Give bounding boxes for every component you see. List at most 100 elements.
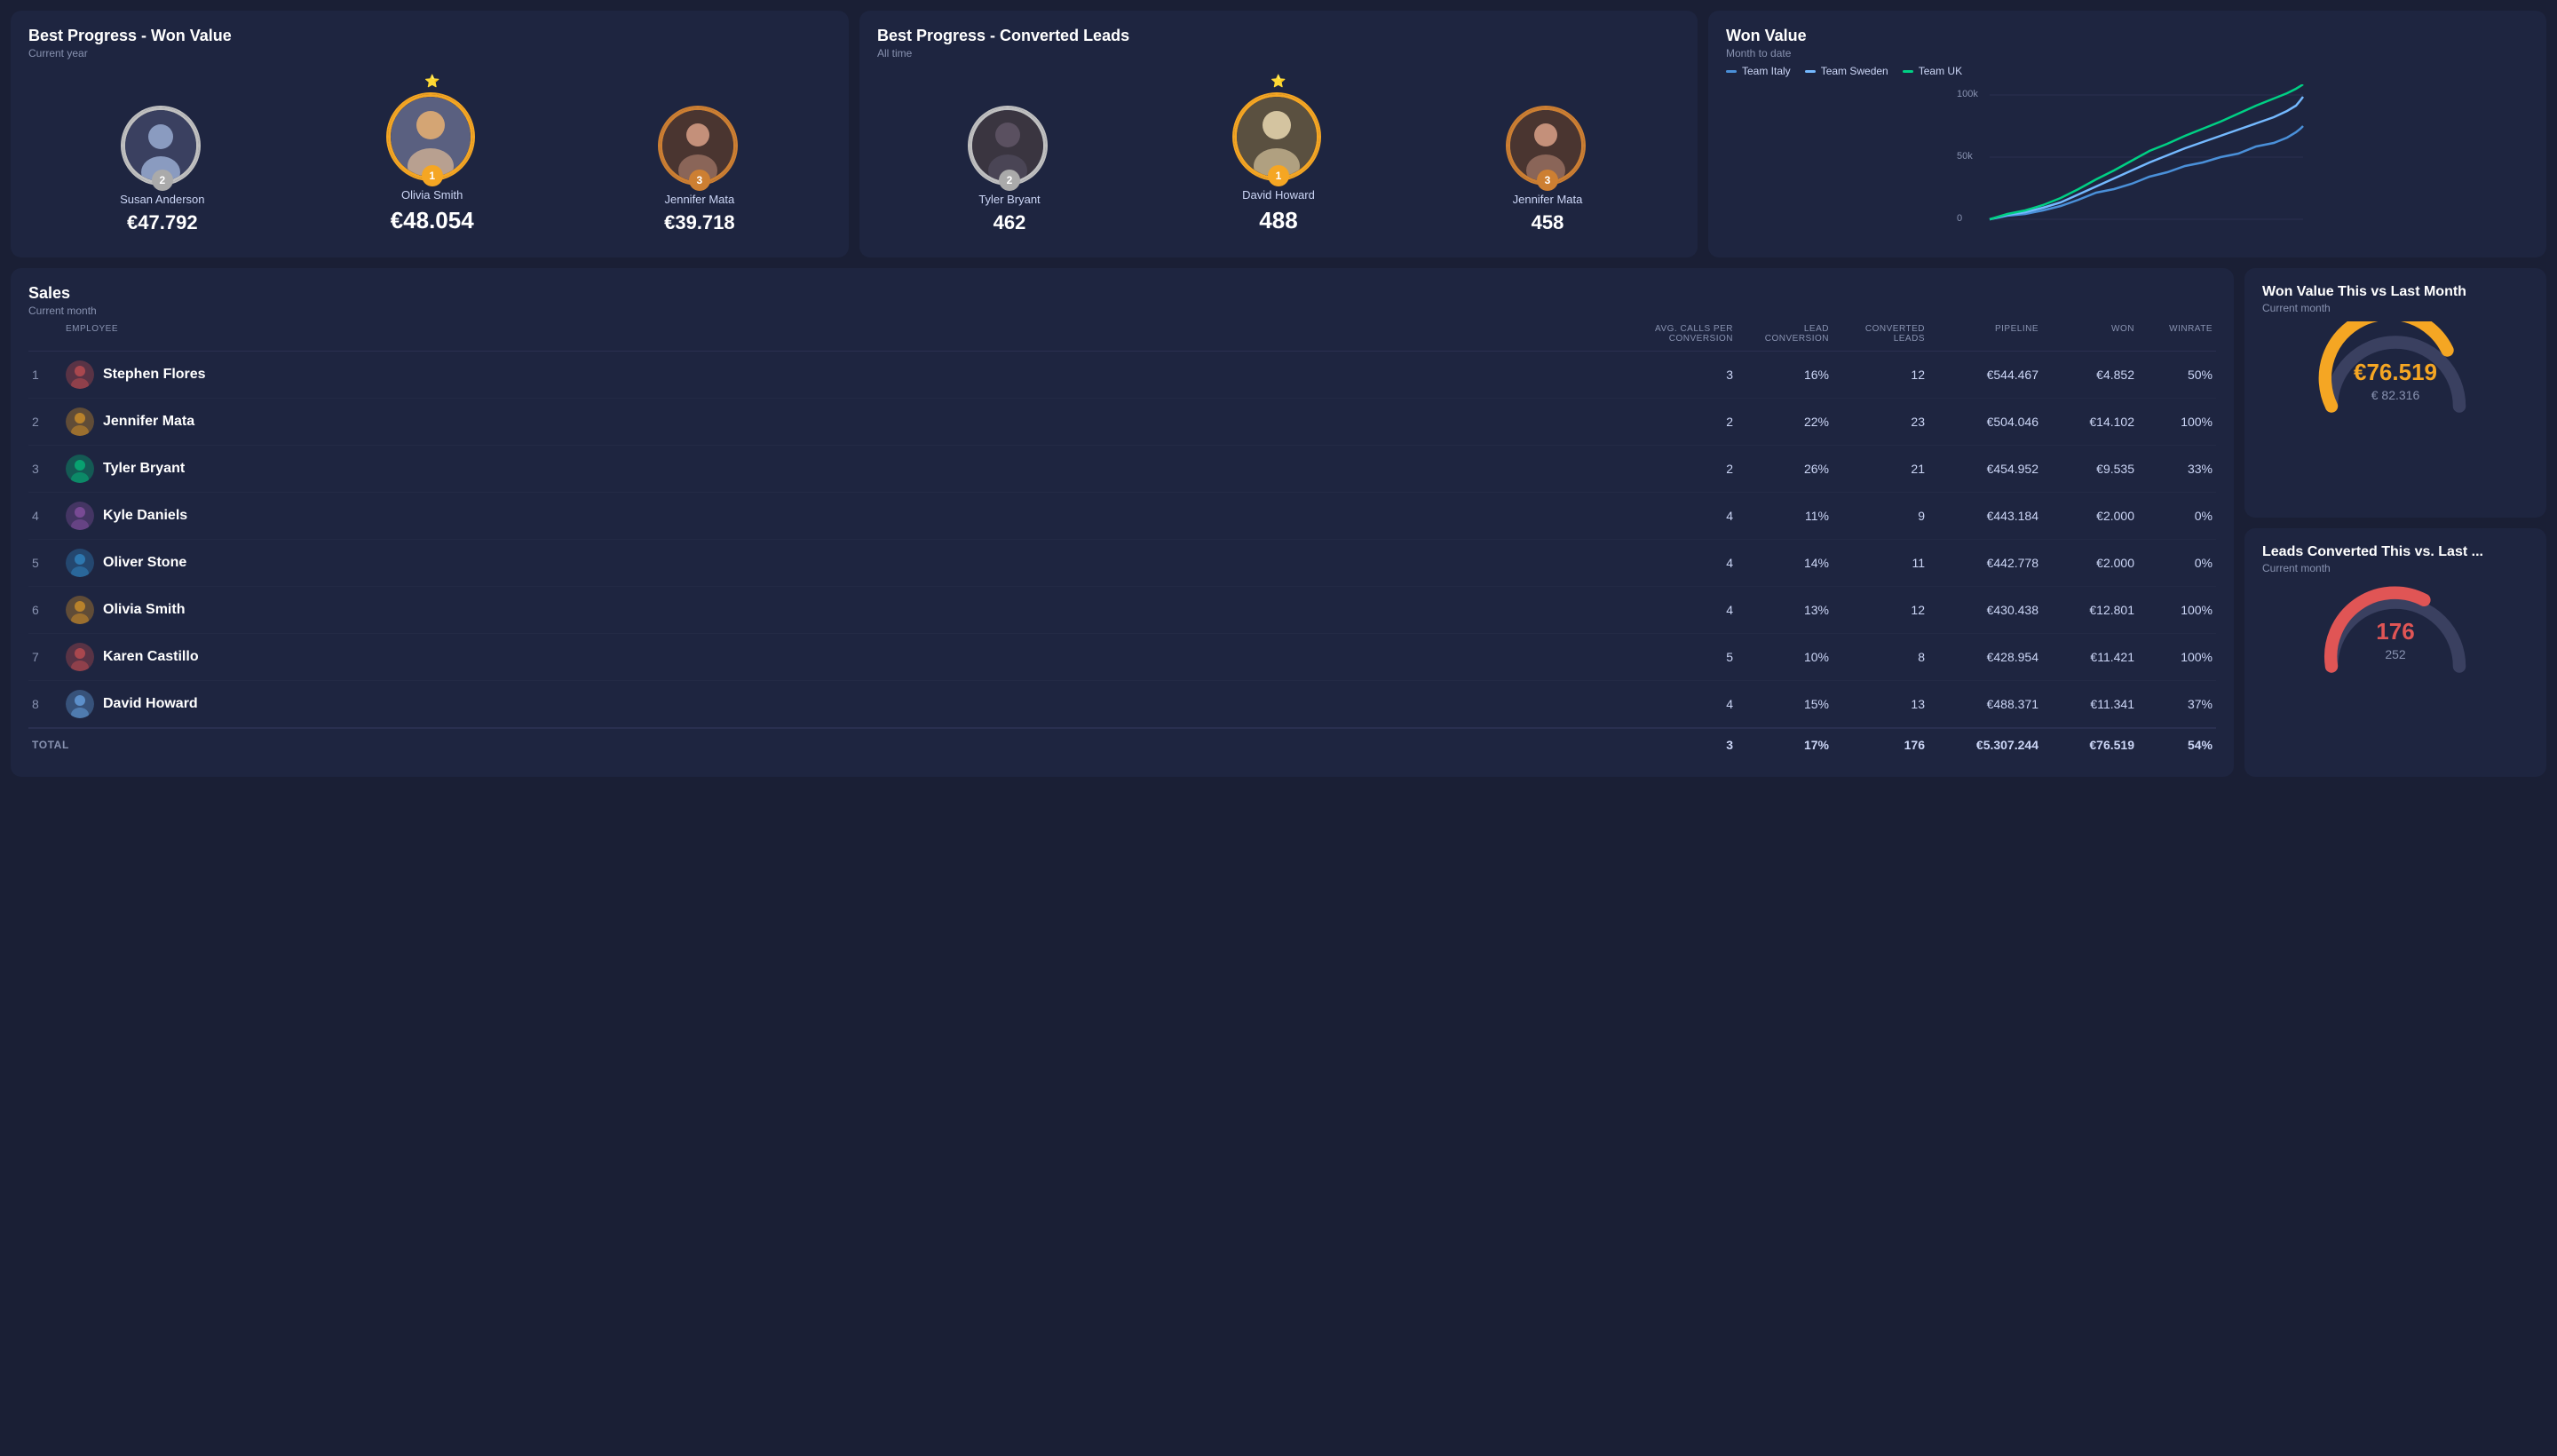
podium-value-3: €39.718 [664,211,735,234]
avg-calls: 2 [1644,415,1733,429]
badge-3: 3 [689,170,710,191]
col-rank [32,324,59,344]
row-rank: 5 [32,556,59,570]
col-conv-leads: CONVERTED LEADS [1836,324,1925,344]
y-label-100k: 100k [1957,89,1978,99]
won: €12.801 [2046,603,2134,617]
emp-avatar [66,360,94,389]
conv-leads: 11 [1836,556,1925,570]
podium-value-1: €48.054 [391,207,474,234]
leads-podium-value-3: 458 [1532,211,1564,234]
total-won: €76.519 [2046,738,2134,752]
leads-podium-item-2: 2 Tyler Bryant 462 [970,107,1049,234]
best-progress-leads-subtitle: All time [877,47,1680,59]
avatar-svg [66,690,94,718]
lead-conv: 11% [1740,509,1829,523]
employee-cell: Olivia Smith [66,596,1637,624]
emp-avatar [66,502,94,530]
employee-cell: David Howard [66,690,1637,718]
winrate: 100% [2141,415,2213,429]
won-gauge-secondary: € 82.316 [2354,388,2437,402]
star-icon: ⭐ [424,74,439,89]
avg-calls: 4 [1644,697,1733,711]
col-pipeline: PIPELINE [1932,324,2038,344]
conv-leads: 9 [1836,509,1925,523]
row-rank: 7 [32,650,59,664]
chart-legend: Team Italy Team Sweden Team UK [1726,65,2529,77]
row-rank: 6 [32,603,59,617]
podium-name-2: Susan Anderson [120,193,204,206]
employee-cell: Jennifer Mata [66,408,1637,436]
lead-conv: 16% [1740,368,1829,382]
leads-podium-item-1: ⭐ 1 David Howard 488 [1234,74,1323,234]
sales-card: Sales Current month EMPLOYEE AVG. CALLS … [11,268,2234,777]
legend-dot-sweden [1805,70,1816,73]
avg-calls: 4 [1644,603,1733,617]
won-gauge-title: Won Value This vs Last Month [2262,284,2529,300]
won-gauge-subtitle: Current month [2262,302,2529,314]
sales-subtitle: Current month [28,305,2216,317]
winrate: 100% [2141,650,2213,664]
row-rank: 1 [32,368,59,382]
dashboard: Best Progress - Won Value Current year 2… [11,11,2546,777]
row-rank: 8 [32,697,59,711]
best-progress-leads-title: Best Progress - Converted Leads [877,27,1680,45]
sales-title: Sales [28,284,2216,303]
emp-name: Jennifer Mata [103,414,194,430]
winrate: 50% [2141,368,2213,382]
row-rank: 3 [32,462,59,476]
podium-name-1: Olivia Smith [401,188,463,202]
pipeline: €443.184 [1932,509,2038,523]
lead-conv: 26% [1740,462,1829,476]
best-progress-won-subtitle: Current year [28,47,831,59]
leads-podium-name-2: Tyler Bryant [978,193,1040,206]
total-label: TOTAL [32,739,1637,751]
bottom-row: Sales Current month EMPLOYEE AVG. CALLS … [11,268,2546,777]
avatar-svg [66,596,94,624]
won: €2.000 [2046,556,2134,570]
avatar-svg [66,502,94,530]
conv-leads: 13 [1836,697,1925,711]
employee-cell: Karen Castillo [66,643,1637,671]
conv-leads: 12 [1836,368,1925,382]
podium-item-2: 2 Susan Anderson €47.792 [120,107,204,234]
emp-avatar [66,596,94,624]
table-header: EMPLOYEE AVG. CALLS PER CONVERSION LEAD … [28,317,2216,352]
won-gauge-wrap: €76.519 € 82.316 [2262,321,2529,419]
conv-leads: 8 [1836,650,1925,664]
total-winrate: 54% [2141,738,2213,752]
avg-calls: 3 [1644,368,1733,382]
won-podium: 2 Susan Anderson €47.792 ⭐ 1 [28,74,831,241]
lead-conv: 22% [1740,415,1829,429]
avg-calls: 4 [1644,509,1733,523]
pipeline: €442.778 [1932,556,2038,570]
emp-avatar [66,549,94,577]
table-row: 1 Stephen Flores 3 16% 12 €544.467 €4.85… [28,352,2216,399]
employee-cell: Oliver Stone [66,549,1637,577]
lead-conv: 10% [1740,650,1829,664]
winrate: 0% [2141,509,2213,523]
won-value-subtitle: Month to date [1726,47,2529,59]
y-label-0: 0 [1957,213,1962,224]
total-avg-calls: 3 [1644,738,1733,752]
leads-star-icon: ⭐ [1271,74,1286,89]
table-row: 8 David Howard 4 15% 13 €488.371 €11.341… [28,681,2216,727]
leads-podium-value-2: 462 [994,211,1026,234]
pipeline: €428.954 [1932,650,2038,664]
won-gauge-main: €76.519 [2354,359,2437,386]
won-gauge-value: €76.519 € 82.316 [2354,359,2437,402]
total-conv-leads: 176 [1836,738,1925,752]
won-value-gauge-card: Won Value This vs Last Month Current mon… [2244,268,2546,518]
leads-podium-name-3: Jennifer Mata [1513,193,1583,206]
badge-1: 1 [422,165,443,186]
won: €11.341 [2046,697,2134,711]
avatar-svg [66,360,94,389]
winrate: 0% [2141,556,2213,570]
won: €14.102 [2046,415,2134,429]
emp-name: David Howard [103,696,198,712]
pipeline: €544.467 [1932,368,2038,382]
won: €11.421 [2046,650,2134,664]
leads-gauge-title: Leads Converted This vs. Last ... [2262,544,2529,560]
employee-cell: Kyle Daniels [66,502,1637,530]
leads-gauge-subtitle: Current month [2262,562,2529,574]
